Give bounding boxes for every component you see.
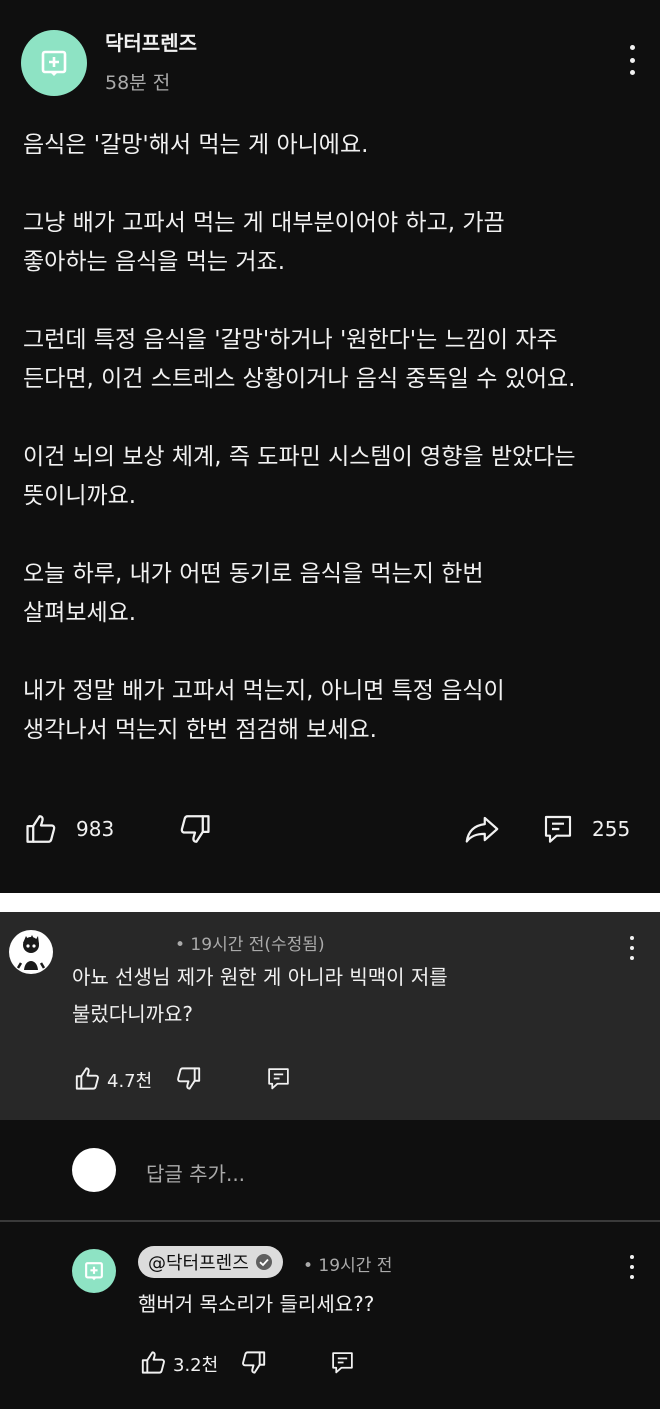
post-paragraph: 이건 뇌의 보상 체계, 즉 도파민 시스템이 영향을 받았다는 뜻이니까요. [23, 444, 576, 509]
comment-dislike-button[interactable] [173, 1063, 203, 1093]
community-post: 닥터프렌즈 58분 전 음식은 '갈망'해서 먹는 게 아니에요. 그냥 배가 … [0, 0, 660, 893]
post-paragraph: 오늘 하루, 내가 어떤 동기로 음식을 먹는지 한번 살펴보세요. [23, 561, 484, 626]
thumb-down-icon [176, 1066, 200, 1090]
channel-avatar[interactable] [21, 30, 87, 96]
user-avatar-icon [16, 935, 46, 970]
channel-logo-icon [85, 1262, 103, 1281]
more-vert-icon[interactable] [628, 936, 636, 960]
thumb-down-icon [180, 815, 210, 843]
reply-meta: • 19시간 전 [303, 1256, 393, 1276]
comment-icon [267, 1067, 289, 1089]
post-paragraph: 그냥 배가 고파서 먹는 게 대부분이어야 하고, 가끔 좋아하는 음식을 먹는… [23, 210, 505, 275]
verified-check-icon [255, 1254, 272, 1270]
comment-like-button[interactable] [72, 1063, 102, 1093]
comment-like-count: 4.7천 [107, 1071, 153, 1092]
channel-logo-icon [41, 50, 67, 76]
comments-button[interactable] [540, 810, 576, 848]
add-reply-input[interactable]: 답글 추가... [146, 1158, 245, 1187]
more-vert-icon[interactable] [628, 1255, 636, 1279]
share-button[interactable] [462, 810, 502, 848]
comment: • 19시간 전(수정됨) 아뇨 선생님 제가 원한 게 아니라 빅맥이 저를 … [0, 912, 660, 1120]
reply-like-count: 3.2천 [173, 1355, 219, 1376]
post-paragraph: 그런데 특정 음식을 '갈망'하거나 '원한다'는 느낌이 자주 든다면, 이건… [23, 327, 576, 392]
reply-text: 햄버거 목소리가 들리세요?? [138, 1292, 375, 1316]
thumb-up-icon [141, 1350, 165, 1374]
post-body: 음식은 '갈망'해서 먹는 게 아니에요. 그냥 배가 고파서 먹는 게 대부분… [23, 126, 643, 789]
reply-author-name: @닥터프렌즈 [148, 1253, 249, 1274]
comment-reply-button[interactable] [264, 1063, 292, 1093]
comment-count: 255 [592, 817, 631, 841]
comment-icon [544, 815, 572, 843]
reply-dislike-button[interactable] [238, 1347, 268, 1377]
current-user-avatar [72, 1148, 116, 1192]
post-paragraph: 내가 정말 배가 고파서 먹는지, 아니면 특정 음식이 생각나서 먹는지 한번… [23, 678, 505, 743]
post-timestamp: 58분 전 [105, 72, 171, 94]
reply-author-avatar[interactable] [72, 1249, 116, 1293]
like-button[interactable] [22, 810, 60, 848]
thumb-down-icon [241, 1350, 265, 1374]
more-vert-icon[interactable] [628, 45, 636, 75]
thumb-up-icon [26, 815, 56, 843]
user-avatar[interactable] [9, 930, 53, 974]
comment-icon [331, 1351, 353, 1373]
share-icon [465, 816, 499, 843]
reply-author-chip[interactable]: @닥터프렌즈 [138, 1246, 283, 1278]
reply-like-button[interactable] [138, 1347, 168, 1377]
thumb-up-icon [75, 1066, 99, 1090]
comment-text: 아뇨 선생님 제가 원한 게 아니라 빅맥이 저를 불렀다니까요? [72, 965, 448, 1026]
comment-thread: • 19시간 전(수정됨) 아뇨 선생님 제가 원한 게 아니라 빅맥이 저를 … [0, 912, 660, 1409]
divider [0, 1220, 660, 1222]
like-count: 983 [76, 817, 115, 841]
reply-reply-button[interactable] [328, 1347, 356, 1377]
post-paragraph: 음식은 '갈망'해서 먹는 게 아니에요. [23, 132, 369, 158]
dislike-button[interactable] [176, 810, 214, 848]
comment-meta: • 19시간 전(수정됨) [175, 935, 325, 955]
channel-name[interactable]: 닥터프렌즈 [105, 27, 197, 56]
